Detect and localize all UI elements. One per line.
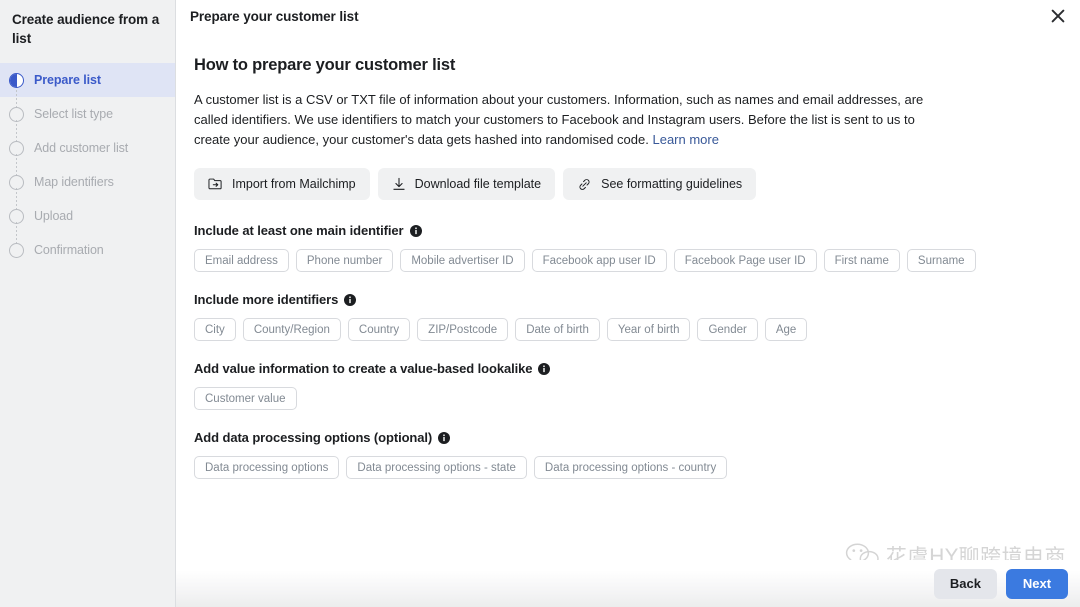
action-button-row: Import from Mailchimp Download file temp…: [194, 168, 1056, 200]
info-icon[interactable]: [438, 431, 451, 444]
empty-circle-icon: [9, 140, 24, 156]
sidebar-step-label: Add customer list: [34, 141, 129, 155]
identifier-group-main: Include at least one main identifier Ema…: [194, 223, 1056, 272]
action-button-label: Download file template: [414, 177, 542, 191]
sidebar-step-add-customer-list[interactable]: Add customer list: [0, 120, 175, 165]
next-button[interactable]: Next: [1006, 568, 1068, 599]
chip-list: Data processing options Data processing …: [194, 456, 1056, 479]
empty-circle-icon: [9, 242, 24, 258]
info-icon[interactable]: [344, 293, 357, 306]
identifier-chip: Age: [764, 318, 808, 341]
empty-circle-icon: [9, 208, 24, 224]
identifier-chip: Data processing options: [194, 456, 340, 479]
dialog-create-audience-from-list: Create audience from a list Prepare list…: [0, 0, 1080, 607]
identifier-chip: Date of birth: [515, 318, 600, 341]
identifier-chip: Mobile advertiser ID: [400, 249, 525, 272]
close-icon: [1051, 9, 1065, 23]
group-title: Include more identifiers: [194, 292, 1056, 307]
wizard-sidebar: Create audience from a list Prepare list…: [0, 0, 176, 607]
sidebar-step-label: Select list type: [34, 107, 113, 121]
action-button-label: See formatting guidelines: [601, 177, 743, 191]
chip-list: Email address Phone number Mobile advert…: [194, 249, 1056, 272]
content-scroll-area: How to prepare your customer list A cust…: [176, 32, 1080, 607]
learn-more-link[interactable]: Learn more: [652, 132, 718, 147]
import-from-mailchimp-button[interactable]: Import from Mailchimp: [194, 168, 370, 200]
sidebar-step-label: Prepare list: [34, 73, 101, 87]
group-title: Add data processing options (optional): [194, 430, 1056, 445]
sidebar-title: Create audience from a list: [12, 12, 160, 46]
intro-paragraph: A customer list is a CSV or TXT file of …: [194, 90, 954, 150]
identifier-chip: Email address: [194, 249, 289, 272]
chip-list: City County/Region Country ZIP/Postcode …: [194, 318, 1056, 341]
identifier-chip: County/Region: [242, 318, 341, 341]
see-formatting-guidelines-button[interactable]: See formatting guidelines: [563, 168, 757, 200]
identifier-chip: Year of birth: [606, 318, 691, 341]
group-title: Include at least one main identifier: [194, 223, 1056, 238]
download-file-template-button[interactable]: Download file template: [377, 168, 556, 200]
sidebar-step-map-identifiers[interactable]: Map identifiers: [0, 154, 175, 199]
sidebar-step-confirmation[interactable]: Confirmation: [0, 222, 175, 267]
half-filled-circle-icon: [9, 72, 24, 88]
page-title: Prepare your customer list: [190, 8, 359, 24]
link-icon: [577, 177, 592, 192]
sidebar-step-select-list-type[interactable]: Select list type: [0, 86, 175, 131]
section-heading: How to prepare your customer list: [194, 56, 456, 74]
download-icon: [392, 177, 406, 192]
chip-list: Customer value: [194, 387, 1056, 410]
identifier-chip: First name: [823, 249, 900, 272]
dialog-footer: Back Next: [176, 560, 1080, 607]
identifier-chip: Data processing options - country: [533, 456, 728, 479]
sidebar-step-label: Upload: [34, 209, 74, 223]
sidebar-step-prepare-list[interactable]: Prepare list: [0, 63, 175, 97]
group-title-label: Include more identifiers: [194, 292, 339, 307]
folder-import-icon: [208, 177, 223, 191]
sidebar-step-upload[interactable]: Upload: [0, 188, 175, 233]
close-button[interactable]: [1044, 2, 1072, 30]
identifier-chip: Country: [347, 318, 411, 341]
main-panel: Prepare your customer list How to prepar…: [176, 0, 1080, 607]
empty-circle-icon: [9, 174, 24, 190]
sidebar-step-label: Confirmation: [34, 243, 104, 257]
wizard-steps: Prepare list Select list type Add custom…: [0, 63, 175, 267]
identifier-chip: City: [194, 318, 236, 341]
data-processing-options-group: Add data processing options (optional) D…: [194, 430, 1056, 479]
intro-text: A customer list is a CSV or TXT file of …: [194, 92, 924, 147]
sidebar-step-label: Map identifiers: [34, 175, 114, 189]
identifier-chip: Gender: [697, 318, 758, 341]
group-title: Add value information to create a value-…: [194, 361, 1056, 376]
identifier-chip: Customer value: [194, 387, 297, 410]
info-icon[interactable]: [409, 224, 422, 237]
identifier-chip: Facebook Page user ID: [673, 249, 817, 272]
identifier-chip: Data processing options - state: [346, 456, 527, 479]
empty-circle-icon: [9, 106, 24, 122]
back-button[interactable]: Back: [933, 568, 997, 599]
identifier-chip: Phone number: [295, 249, 394, 272]
dialog-header: Prepare your customer list: [176, 0, 1080, 32]
identifier-chip: Facebook app user ID: [531, 249, 667, 272]
group-title-label: Add value information to create a value-…: [194, 361, 533, 376]
identifier-group-more: Include more identifiers City County/Reg…: [194, 292, 1056, 341]
identifier-chip: Surname: [906, 249, 976, 272]
value-information-group: Add value information to create a value-…: [194, 361, 1056, 410]
info-icon[interactable]: [538, 362, 551, 375]
action-button-label: Import from Mailchimp: [232, 177, 356, 191]
group-title-label: Add data processing options (optional): [194, 430, 433, 445]
identifier-chip: ZIP/Postcode: [417, 318, 509, 341]
group-title-label: Include at least one main identifier: [194, 223, 404, 238]
